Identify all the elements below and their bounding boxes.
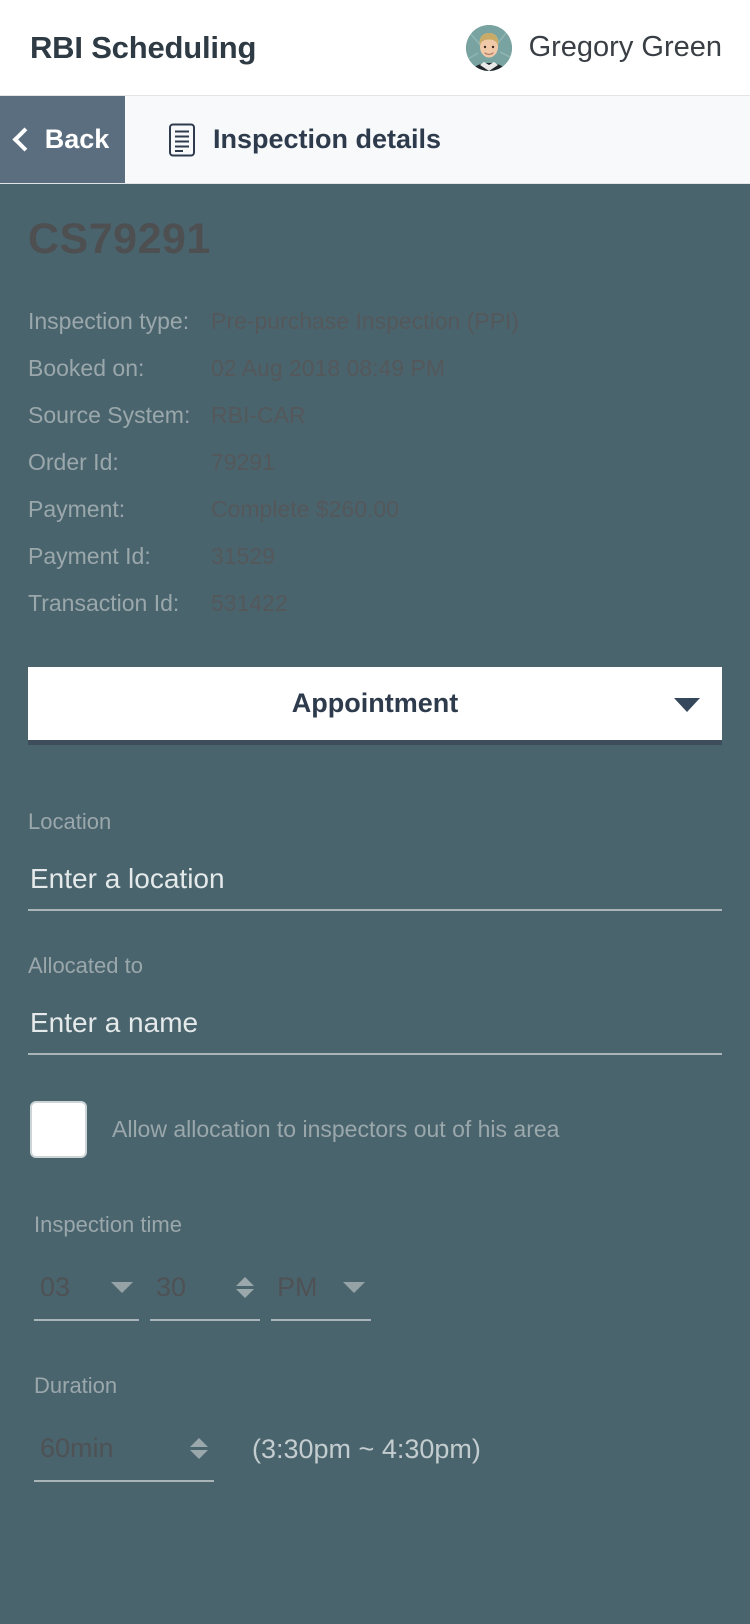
detail-label: Inspection type: <box>28 308 190 334</box>
detail-value: 31529 <box>211 543 275 569</box>
appointment-select-value: Appointment <box>291 688 459 718</box>
back-button[interactable]: Back <box>0 96 125 183</box>
allocated-field-group: Allocated to <box>28 953 722 1055</box>
allow-allocation-row[interactable]: Allow allocation to inspectors out of hi… <box>30 1101 722 1158</box>
detail-value: Complete $260.00 <box>211 496 399 522</box>
detail-label: Payment: <box>28 496 126 522</box>
detail-row: Transaction Id: 531422 <box>28 590 722 617</box>
detail-value: Pre-purchase Inspection (PPI) <box>211 308 520 334</box>
detail-label: Source System: <box>28 402 191 428</box>
allow-allocation-checkbox[interactable] <box>30 1101 87 1158</box>
inspection-time-label: Inspection time <box>34 1212 182 1237</box>
inspection-details-list: Inspection type: Pre-purchase Inspection… <box>28 308 722 617</box>
document-icon <box>168 123 196 157</box>
meridiem-value: PM <box>277 1272 318 1302</box>
allow-allocation-label: Allow allocation to inspectors out of hi… <box>112 1116 560 1142</box>
main-content: CS79291 Inspection type: Pre-purchase In… <box>0 184 750 1482</box>
allocated-to-label: Allocated to <box>28 953 143 978</box>
spinner-up-down-icon <box>236 1277 254 1298</box>
duration-value: 60min <box>40 1433 114 1463</box>
detail-label: Order Id: <box>28 449 119 475</box>
user-name: Gregory Green <box>528 31 722 63</box>
minute-stepper[interactable]: 30 <box>150 1272 260 1321</box>
detail-label: Payment Id: <box>28 543 151 569</box>
duration-stepper[interactable]: 60min <box>34 1433 214 1482</box>
hour-select[interactable]: 03 <box>34 1272 139 1321</box>
breadcrumb-label: Inspection details <box>213 124 442 154</box>
detail-row: Booked on: 02 Aug 2018 08:49 PM <box>28 355 722 382</box>
hour-value: 03 <box>40 1272 71 1302</box>
detail-value: 79291 <box>211 449 275 475</box>
minute-value: 30 <box>156 1272 187 1302</box>
meridiem-select[interactable]: PM <box>271 1272 371 1321</box>
app-bar: RBI Scheduling Gregory Green <box>0 0 750 96</box>
detail-row: Payment: Complete $260.00 <box>28 496 722 523</box>
appointment-select[interactable]: Appointment <box>28 667 722 745</box>
detail-label: Transaction Id: <box>28 590 180 616</box>
detail-value: RBI-CAR <box>211 402 306 428</box>
back-button-label: Back <box>44 124 110 154</box>
detail-row: Source System: RBI-CAR <box>28 402 722 429</box>
avatar <box>465 24 512 71</box>
location-input[interactable] <box>28 863 722 911</box>
caret-down-icon <box>111 1282 133 1293</box>
detail-value: 531422 <box>211 590 288 616</box>
duration-row: 60min (3:30pm ~ 4:30pm) <box>34 1433 722 1482</box>
inspection-time-row: 03 30 PM <box>34 1272 722 1321</box>
location-field-group: Location <box>28 809 722 911</box>
sub-bar: Back Inspection details <box>0 96 750 184</box>
spinner-up-down-icon <box>190 1438 208 1459</box>
page-title: CS79291 <box>28 215 211 263</box>
location-label: Location <box>28 809 112 834</box>
user-menu[interactable]: Gregory Green <box>465 24 722 71</box>
duration-label: Duration <box>34 1373 118 1398</box>
allocated-to-input[interactable] <box>28 1007 722 1055</box>
caret-down-icon <box>343 1282 365 1293</box>
detail-value: 02 Aug 2018 08:49 PM <box>211 355 446 381</box>
chevron-left-icon <box>12 127 37 152</box>
caret-down-icon <box>674 697 700 712</box>
app-title: RBI Scheduling <box>30 29 257 65</box>
detail-row: Order Id: 79291 <box>28 449 722 476</box>
breadcrumb: Inspection details <box>125 96 441 183</box>
detail-row: Payment Id: 31529 <box>28 543 722 570</box>
duration-range: (3:30pm ~ 4:30pm) <box>252 1434 481 1464</box>
detail-row: Inspection type: Pre-purchase Inspection… <box>28 308 722 335</box>
detail-label: Booked on: <box>28 355 145 381</box>
